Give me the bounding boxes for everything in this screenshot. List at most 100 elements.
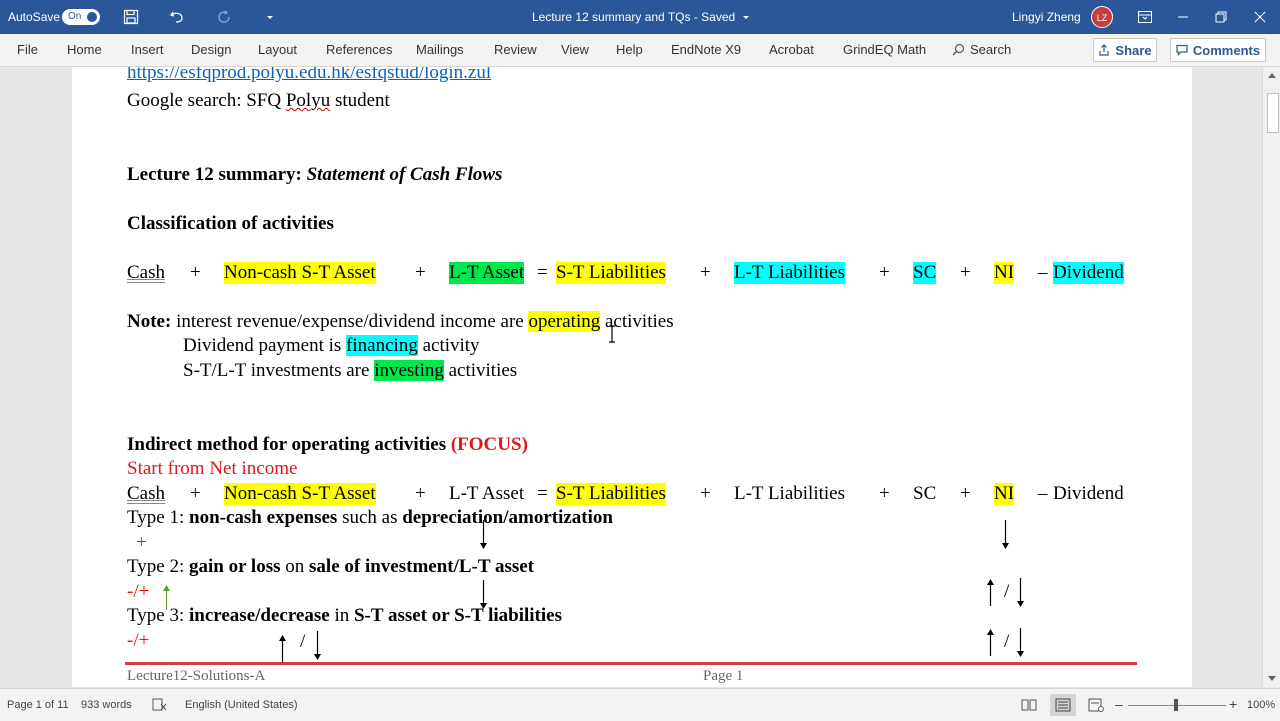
eq1-plus-5: + — [960, 262, 971, 283]
tab-help[interactable]: Help — [616, 42, 643, 57]
tab-endnote[interactable]: EndNote X9 — [671, 42, 741, 57]
tab-mailings[interactable]: Mailings — [416, 42, 464, 57]
eq2-ni: NI — [994, 483, 1015, 505]
document-area[interactable]: https://esfqprod.polyu.edu.hk/esfqstud/l… — [0, 67, 1262, 687]
document-title[interactable]: Lecture 12 summary and TQs - Saved — [532, 10, 735, 24]
eq1-minus: – — [1038, 262, 1048, 283]
zoom-out-icon[interactable]: – — [1115, 696, 1123, 712]
tab-insert[interactable]: Insert — [131, 42, 164, 57]
autosave-label: AutoSave — [8, 10, 61, 24]
eq2-plus-2: + — [415, 483, 426, 504]
eq2-plus-1: + — [190, 483, 201, 504]
customize-toolbar-icon[interactable] — [259, 6, 281, 28]
eq2-equals: = — [537, 483, 548, 504]
tab-references[interactable]: References — [326, 42, 392, 57]
type3-ni-down-arrow-icon — [1017, 628, 1024, 657]
eq1-equals: = — [537, 262, 548, 283]
vertical-scrollbar[interactable] — [1262, 67, 1280, 687]
type3-ni-slash: / — [1004, 631, 1010, 652]
eq1-st-liabilities: S-T Liabilities — [556, 262, 666, 284]
save-icon[interactable] — [120, 6, 142, 28]
tab-layout[interactable]: Layout — [258, 42, 297, 57]
ribbon-search[interactable]: Search — [952, 42, 1011, 57]
scroll-down-icon[interactable] — [1263, 671, 1280, 687]
type1-sign: + — [136, 532, 147, 553]
type3-down-arrow-icon — [314, 631, 321, 660]
type3-ni-up-arrow-icon — [987, 629, 994, 656]
type2-ni-down-arrow-icon — [1017, 578, 1024, 607]
document-page[interactable]: https://esfqprod.polyu.edu.hk/esfqstud/l… — [72, 67, 1192, 687]
sfq-link[interactable]: https://esfqprod.polyu.edu.hk/esfqstud/l… — [127, 67, 491, 84]
close-icon[interactable] — [1249, 6, 1271, 28]
text-cursor-icon — [609, 325, 615, 343]
eq1-dividend: Dividend — [1053, 262, 1124, 284]
eq2-lt-liabilities: L-T Liabilities — [734, 483, 845, 504]
google-search-line: Google search: SFQ Polyu student — [127, 90, 390, 111]
type2-sign: -/+ — [127, 581, 150, 602]
tab-acrobat[interactable]: Acrobat — [769, 42, 814, 57]
eq2-dividend: Dividend — [1053, 483, 1124, 504]
type3-sign: -/+ — [127, 630, 150, 651]
eq2-lt-asset: L-T Asset — [449, 483, 525, 504]
note-line-2: Dividend payment is financing activity — [183, 335, 480, 356]
footer-page-number: Page 1 — [703, 668, 744, 684]
eq1-plus-4: + — [879, 262, 890, 283]
scroll-up-icon[interactable] — [1263, 67, 1280, 83]
share-button[interactable]: Share — [1093, 38, 1157, 62]
read-mode-icon[interactable] — [1021, 698, 1037, 712]
title-bar: AutoSave On Lecture 12 summary and TQs -… — [0, 0, 1280, 34]
web-layout-icon[interactable] — [1088, 698, 1104, 712]
minimize-icon[interactable] — [1172, 6, 1194, 28]
eq2-cash: Cash — [127, 483, 165, 504]
redo-icon[interactable] — [213, 6, 235, 28]
status-bar: Page 1 of 11 933 words English (United S… — [0, 688, 1280, 721]
eq1-sc: SC — [913, 262, 937, 284]
eq1-plus-3: + — [700, 262, 711, 283]
type3-slash: / — [300, 631, 306, 652]
eq1-lt-asset: L-T Asset — [449, 262, 525, 284]
ribbon-display-options-icon[interactable] — [1134, 6, 1156, 28]
tab-home[interactable]: Home — [67, 42, 102, 57]
proofing-icon[interactable] — [152, 698, 168, 712]
type3-line: Type 3: increase/decrease in S-T asset o… — [127, 605, 562, 626]
footer-left: Lecture12-Solutions-A — [127, 668, 266, 684]
word-count[interactable]: 933 words — [81, 699, 132, 711]
eq2-minus: – — [1038, 483, 1048, 504]
tab-design[interactable]: Design — [191, 42, 231, 57]
indirect-heading: Indirect method for operating activities… — [127, 434, 528, 455]
comment-icon — [1176, 44, 1188, 56]
scroll-thumb[interactable] — [1267, 93, 1279, 133]
type2-slash: / — [1004, 581, 1010, 602]
eq2-noncash-st-asset: Non-cash S-T Asset — [224, 483, 376, 505]
share-icon — [1099, 44, 1110, 56]
zoom-slider-thumb[interactable] — [1174, 699, 1178, 711]
comments-button[interactable]: Comments — [1170, 38, 1266, 62]
zoom-in-icon[interactable]: + — [1229, 696, 1237, 712]
eq1-plus-1: + — [190, 262, 201, 283]
user-name[interactable]: Lingyi Zheng — [1012, 10, 1081, 24]
avatar[interactable]: LZ — [1091, 6, 1113, 28]
eq1-cash: Cash — [127, 262, 165, 283]
tab-view[interactable]: View — [561, 42, 589, 57]
page-count[interactable]: Page 1 of 11 — [7, 699, 69, 711]
eq2-plus-4: + — [879, 483, 890, 504]
eq1-ni: NI — [994, 262, 1015, 284]
language[interactable]: English (United States) — [185, 699, 298, 711]
title-chevron-down-icon[interactable] — [735, 7, 757, 29]
tab-review[interactable]: Review — [494, 42, 537, 57]
search-label: Search — [970, 42, 1012, 57]
eq1-noncash-st-asset: Non-cash S-T Asset — [224, 262, 376, 284]
type1-ni-down-arrow-icon — [1002, 520, 1009, 549]
tab-file[interactable]: File — [17, 42, 38, 57]
type3-up-arrow-icon — [279, 635, 286, 662]
summary-title: Lecture 12 summary: Statement of Cash Fl… — [127, 164, 503, 185]
eq2-st-liabilities: S-T Liabilities — [556, 483, 666, 505]
tab-grindeq-math[interactable]: GrindEQ Math — [843, 42, 926, 57]
type1-line: Type 1: non-cash expenses such as deprec… — [127, 507, 613, 528]
undo-icon[interactable] — [166, 6, 188, 28]
start-from-net-income: Start from Net income — [127, 458, 298, 479]
zoom-level[interactable]: 100% — [1247, 699, 1275, 711]
restore-icon[interactable] — [1210, 6, 1232, 28]
print-layout-button[interactable] — [1050, 694, 1076, 716]
autosave-toggle[interactable]: On — [62, 9, 100, 25]
